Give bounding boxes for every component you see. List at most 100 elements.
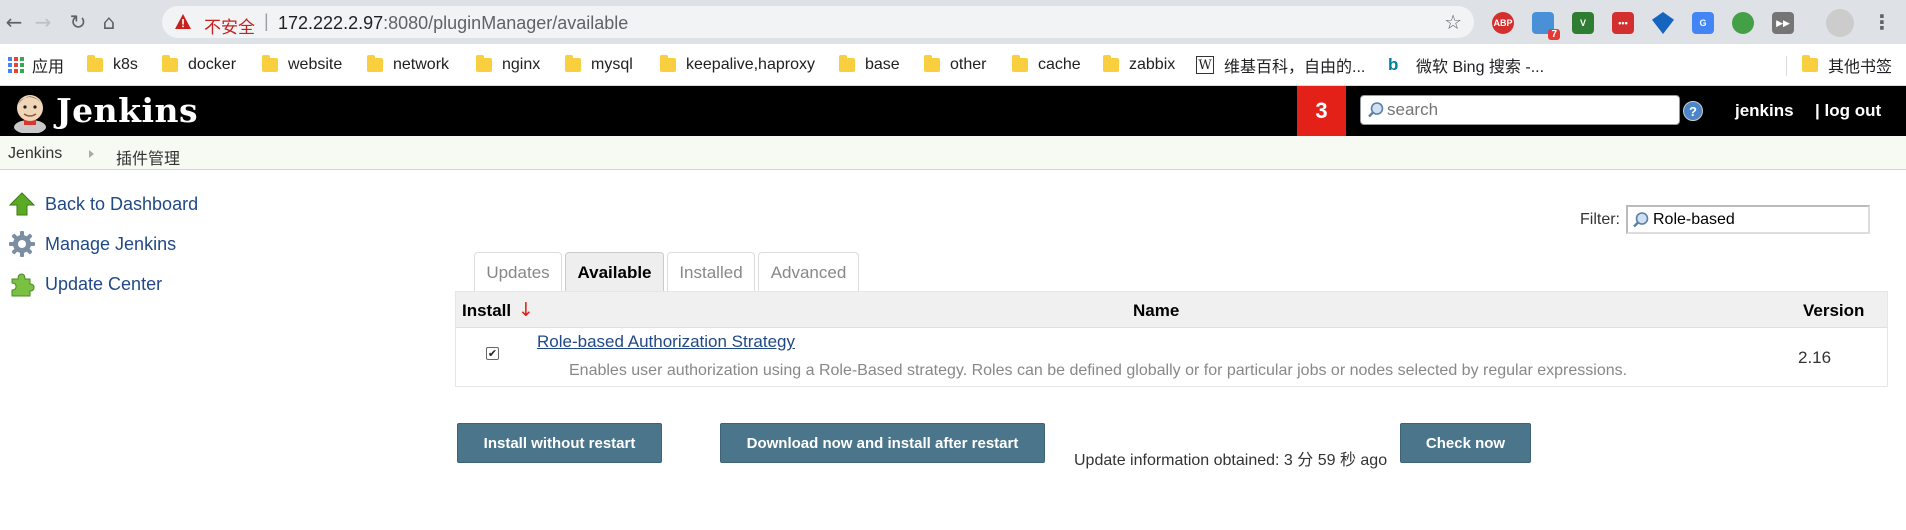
media-extension-icon[interactable]: ▶▶ [1772,12,1794,34]
column-install[interactable]: Install [462,301,511,321]
translate-extension-icon[interactable]: G [1692,12,1714,34]
plugin-version: 2.16 [1798,348,1832,367]
search-input[interactable] [1387,99,1672,121]
sort-arrow-icon[interactable]: ↓ [518,299,534,321]
bookmarks-bar: 应用 k8s docker website network nginx mysq… [0,44,1906,86]
task-manage-jenkins[interactable]: Manage Jenkins [8,229,176,259]
folder-icon [262,55,278,72]
help-icon[interactable]: ? [1683,101,1703,121]
filter-label: Filter: [1580,211,1620,228]
bookmark-star-icon[interactable]: ☆ [1444,10,1462,34]
puzzle-piece-icon [11,273,35,297]
bookmark-folder[interactable]: k8s [87,54,138,76]
back-arrow-icon[interactable]: ← [0,8,28,36]
breadcrumb-chevron-icon[interactable] [89,150,94,158]
bookmark-label: 维基百科，自由的... [1224,59,1366,76]
tab-updates[interactable]: Updates [474,252,562,292]
bookmark-folder[interactable]: base [839,54,900,76]
folder-icon [1802,55,1818,72]
bookmark-label: website [288,56,343,73]
bookmark-folder[interactable]: keepalive,haproxy [660,54,815,76]
task-label: Update Center [45,273,163,294]
folder-icon [162,55,178,72]
bookmark-label: docker [188,56,237,73]
plugin-table: Install ↓ Name Version ✔ Role-based Auth… [455,291,1888,387]
extension-badge-icon[interactable]: 7 [1532,12,1560,40]
url-text: 172.222.2.97:8080/pluginManager/availabl… [278,13,628,34]
url-path: :8080/pluginManager/available [383,13,629,33]
folder-icon [1103,55,1119,72]
task-update-center[interactable]: Update Center [8,269,162,299]
breadcrumb-jenkins[interactable]: Jenkins [8,145,62,163]
vue-extension-icon[interactable]: V [1572,12,1594,34]
bookmark-folder[interactable]: docker [162,54,236,76]
bookmark-label: keepalive,haproxy [686,56,815,73]
bookmark-label: nginx [502,56,541,73]
bookmark-apps-label: 应用 [32,59,65,76]
tab-available[interactable]: Available [565,252,664,292]
bookmark-folder[interactable]: website [262,54,342,76]
home-icon[interactable]: ⌂ [95,8,123,36]
bookmark-folder[interactable]: network [367,54,449,76]
jenkins-title[interactable]: Jenkins [56,91,198,130]
bookmark-folder[interactable]: nginx [476,54,540,76]
plugin-name-link[interactable]: Role-based Authorization Strategy [537,332,795,352]
table-header: Install ↓ Name Version [456,292,1887,328]
search-icon [1633,212,1649,228]
url-host: 172.222.2.97 [278,13,384,33]
bookmark-folder[interactable]: cache [1012,54,1081,76]
bookmark-label: zabbix [1129,56,1176,73]
bookmark-divider [1786,56,1787,76]
dots-extension-icon[interactable]: ••• [1612,12,1634,34]
bookmark-folder[interactable]: other [924,54,986,76]
install-checkbox[interactable]: ✔ [486,347,499,360]
search-icon [1368,102,1384,118]
folder-icon [660,55,676,72]
bookmark-bing[interactable]: b 微软 Bing 搜索 -... [1388,54,1544,76]
install-without-restart-button[interactable]: Install without restart [457,423,662,463]
breadcrumb: Jenkins 插件管理 [0,136,1906,170]
bookmark-other[interactable]: 其他书签 [1802,54,1892,76]
download-install-after-restart-button[interactable]: Download now and install after restart [720,423,1045,463]
folder-icon [1012,55,1028,72]
reload-icon[interactable]: ↻ [64,8,92,36]
jenkins-butler-logo[interactable] [8,89,52,133]
tab-advanced[interactable]: Advanced [758,252,859,292]
tab-installed[interactable]: Installed [667,252,755,292]
update-info-text: Update information obtained: 3 分 59 秒 ag… [1074,452,1388,469]
filter-box[interactable] [1626,205,1870,234]
gear-icon [9,231,35,257]
filter-input[interactable] [1653,210,1863,230]
check-now-button[interactable]: Check now [1400,423,1531,463]
notification-badge[interactable]: 3 [1297,86,1346,136]
bookmark-label: mysql [591,56,633,73]
adblock-extension-icon[interactable]: ABP [1492,12,1514,34]
logout-link[interactable]: | log out [1815,101,1881,121]
address-bar[interactable]: 不安全 | 172.222.2.97:8080/pluginManager/av… [162,6,1474,38]
task-label: Back to Dashboard [45,193,199,214]
bookmark-label: network [393,56,450,73]
forward-arrow-icon[interactable]: → [29,8,57,36]
bookmark-wikipedia[interactable]: W 维基百科，自由的... [1196,54,1365,76]
bookmark-label: k8s [113,56,138,73]
diamond-extension-icon[interactable] [1652,12,1674,34]
extension-badge-count: 7 [1548,29,1560,40]
vue-label: V [1579,18,1586,28]
user-link[interactable]: jenkins [1735,101,1794,121]
browser-menu-icon[interactable]: ⋮ [1868,8,1896,36]
bookmark-apps[interactable]: 应用 [8,54,64,76]
globe-extension-icon[interactable] [1732,12,1754,34]
profile-avatar[interactable] [1826,9,1854,37]
folder-icon [565,55,581,72]
column-name[interactable]: Name [1133,301,1179,321]
task-back-to-dashboard[interactable]: Back to Dashboard [8,189,198,219]
column-version[interactable]: Version [1803,301,1864,321]
bookmark-label: 其他书签 [1828,59,1893,76]
bookmark-folder[interactable]: zabbix [1103,54,1175,76]
search-box[interactable] [1360,95,1680,125]
bookmark-folder[interactable]: mysql [565,54,633,76]
insecure-label: 不安全 [204,18,255,38]
breadcrumb-plugin-manager[interactable]: 插件管理 [116,145,180,169]
folder-icon [924,55,940,72]
bookmark-label: 微软 Bing 搜索 -... [1416,59,1545,76]
